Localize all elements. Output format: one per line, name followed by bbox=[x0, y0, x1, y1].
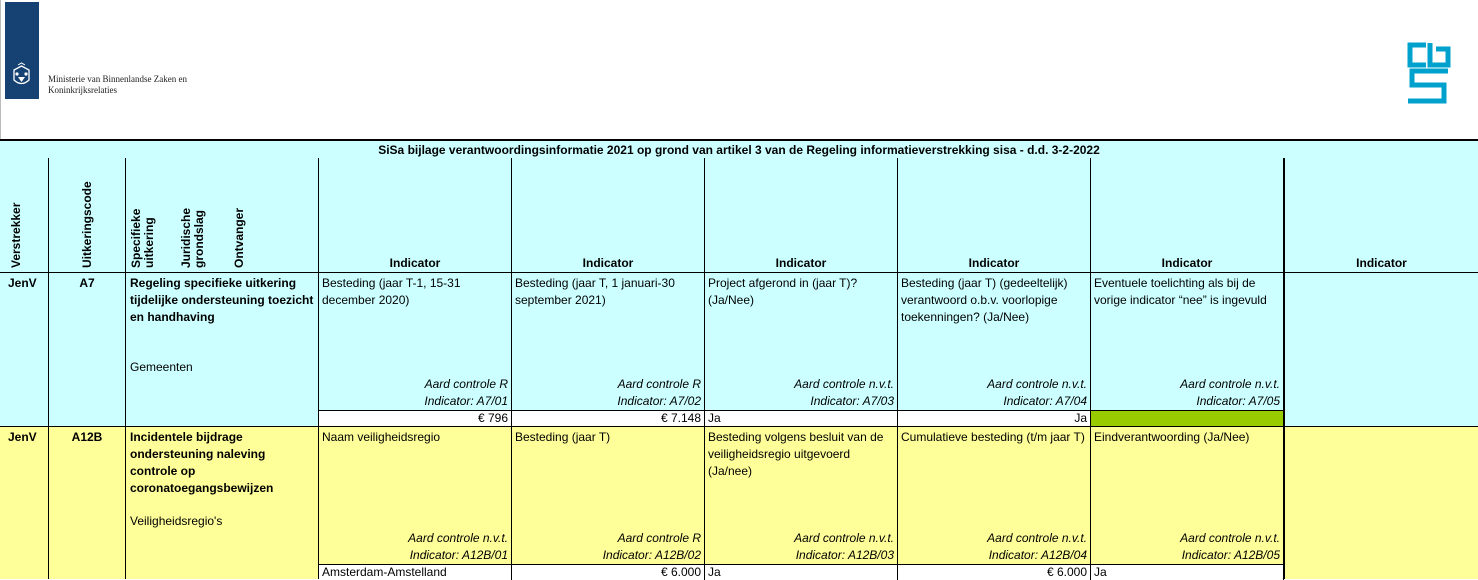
row2-ind3-control: Aard controle n.v.t. Indicator: A12B/03 bbox=[705, 530, 894, 564]
row1-ind2-control: Aard controle R Indicator: A7/02 bbox=[512, 376, 701, 410]
col-verstrekker: Verstrekker bbox=[9, 202, 23, 268]
row1-ind3-control-type: Aard controle n.v.t. bbox=[794, 377, 894, 391]
row1-ind2-control-type: Aard controle R bbox=[617, 377, 701, 391]
row1-ind4-desc: Besteding (jaar T) (gedeeltelijk) verant… bbox=[901, 276, 1068, 324]
cbs-logo-icon bbox=[1407, 42, 1451, 104]
row2-ontvanger: Veiligheidsregio's bbox=[130, 514, 223, 528]
indicator-header-3: Indicator bbox=[775, 256, 827, 270]
row1-ind3-value[interactable]: Ja bbox=[705, 410, 898, 426]
ministry-name: Ministerie van Binnenlandse Zaken en Kon… bbox=[48, 74, 187, 96]
row1-ind5-control-type: Aard controle n.v.t. bbox=[1180, 377, 1280, 391]
ministry-line-2: Koninkrijksrelaties bbox=[48, 85, 117, 95]
row2-ind1-control: Aard controle n.v.t. Indicator: A12B/01 bbox=[319, 530, 508, 564]
table-title: SiSa bijlage verantwoordingsinformatie 2… bbox=[0, 139, 1478, 160]
col-ontvanger: Ontvanger bbox=[232, 207, 246, 268]
row2-ind2-code: Indicator: A12B/02 bbox=[602, 548, 701, 562]
row2-ind5-control-type: Aard controle n.v.t. bbox=[1180, 531, 1280, 545]
row2-ind3-desc: Besteding volgens besluit van de veiligh… bbox=[708, 430, 884, 478]
row2-ind4-code: Indicator: A12B/04 bbox=[988, 548, 1087, 562]
row1-ind4-value[interactable]: Ja bbox=[898, 410, 1091, 426]
row2-ind2-control: Aard controle R Indicator: A12B/02 bbox=[512, 530, 701, 564]
row1-ind1-control-type: Aard controle R bbox=[424, 377, 508, 391]
row2-code: A12B bbox=[71, 430, 103, 444]
row1-ind2-value[interactable]: € 7.148 bbox=[512, 410, 705, 426]
row1-ind1-control: Aard controle R Indicator: A7/01 bbox=[319, 376, 508, 410]
row1-verstrekker: JenV bbox=[8, 276, 37, 290]
header-row bbox=[0, 158, 1478, 272]
row2-ind5-value[interactable]: Ja bbox=[1091, 564, 1284, 580]
row2-ind3-code: Indicator: A12B/03 bbox=[795, 548, 894, 562]
indicator-header-6: Indicator bbox=[1356, 256, 1407, 270]
row2-ind4-value[interactable]: € 6.000 bbox=[898, 564, 1091, 580]
row1-title: Regeling specifieke uitkering tijdelijke… bbox=[130, 276, 314, 324]
col-specifieke-uitkering: Specifieke uitkering bbox=[129, 198, 156, 268]
row1-ind3-code: Indicator: A7/03 bbox=[810, 394, 894, 408]
row2-ind5-control: Aard controle n.v.t. Indicator: A12B/05 bbox=[1091, 530, 1280, 564]
crest-icon bbox=[8, 62, 35, 90]
row1-ind5-desc: Eventuele toelichting als bij de vorige … bbox=[1094, 276, 1267, 307]
row1-ind5-value[interactable] bbox=[1091, 410, 1284, 426]
row2-ind1-value[interactable]: Amsterdam-Amstelland bbox=[319, 564, 512, 580]
col-juridische-grondslag-label: Juridische grondslag bbox=[179, 207, 206, 268]
row2-ind2-value[interactable]: € 6.000 bbox=[512, 564, 705, 580]
row1-ind5-control: Aard controle n.v.t. Indicator: A7/05 bbox=[1091, 376, 1280, 410]
row2-ind3-control-type: Aard controle n.v.t. bbox=[794, 531, 894, 545]
row1-ind3-desc: Project afgerond in (jaar T)? (Ja/Nee) bbox=[708, 276, 858, 307]
col-uitkeringscode: Uitkeringscode bbox=[80, 181, 94, 268]
row1-ind5-code: Indicator: A7/05 bbox=[1196, 394, 1280, 408]
indicator-header-2: Indicator bbox=[582, 256, 634, 270]
row2-ind5-desc: Eindverantwoording (Ja/Nee) bbox=[1094, 430, 1250, 444]
row2-ind1-control-type: Aard controle n.v.t. bbox=[408, 531, 508, 545]
row1-ind4-control: Aard controle n.v.t. Indicator: A7/04 bbox=[898, 376, 1087, 410]
col-specifieke-uitkering-label: Specifieke uitkering bbox=[129, 208, 156, 268]
table: Verstrekker Uitkeringscode Specifieke ui… bbox=[0, 158, 1478, 580]
row2-ind5-code: Indicator: A12B/05 bbox=[1181, 548, 1280, 562]
row1-ind4-code: Indicator: A7/04 bbox=[1003, 394, 1087, 408]
row1-ind2-desc: Besteding (jaar T, 1 januari-30 septembe… bbox=[515, 276, 675, 307]
row1-ind2-code: Indicator: A7/02 bbox=[617, 394, 701, 408]
row2-ind2-control-type: Aard controle R bbox=[617, 531, 701, 545]
row2-ind2-desc: Besteding (jaar T) bbox=[515, 430, 611, 444]
row2-ind4-control: Aard controle n.v.t. Indicator: A12B/04 bbox=[898, 530, 1087, 564]
row1-ind1-code: Indicator: A7/01 bbox=[424, 394, 508, 408]
col-juridische-grondslag: Juridische grondslag bbox=[179, 198, 206, 268]
row1-code: A7 bbox=[79, 276, 95, 290]
ministry-line-1: Ministerie van Binnenlandse Zaken en bbox=[48, 74, 187, 84]
indicator-header-4: Indicator bbox=[968, 256, 1020, 270]
row2-ind3-value[interactable]: Ja bbox=[705, 564, 898, 580]
row1-ind1-value[interactable]: € 796 bbox=[319, 410, 512, 426]
row2-ind4-control-type: Aard controle n.v.t. bbox=[987, 531, 1087, 545]
row2-ind4-desc: Cumulatieve besteding (t/m jaar T) bbox=[901, 430, 1085, 444]
indicator-header-5: Indicator bbox=[1161, 256, 1213, 270]
row1-ind3-control: Aard controle n.v.t. Indicator: A7/03 bbox=[705, 376, 894, 410]
row1-ind4-control-type: Aard controle n.v.t. bbox=[987, 377, 1087, 391]
row2-title: Incidentele bijdrage ondersteuning nalev… bbox=[130, 430, 274, 495]
row1-ind1-desc: Besteding (jaar T-1, 15-31 december 2020… bbox=[322, 276, 461, 307]
row2-ind1-desc: Naam veiligheidsregio bbox=[322, 430, 441, 444]
row1-ontvanger: Gemeenten bbox=[130, 360, 193, 374]
row2-verstrekker: JenV bbox=[8, 430, 37, 444]
indicator-header-1: Indicator bbox=[389, 256, 441, 270]
row2-ind1-code: Indicator: A12B/01 bbox=[409, 548, 508, 562]
